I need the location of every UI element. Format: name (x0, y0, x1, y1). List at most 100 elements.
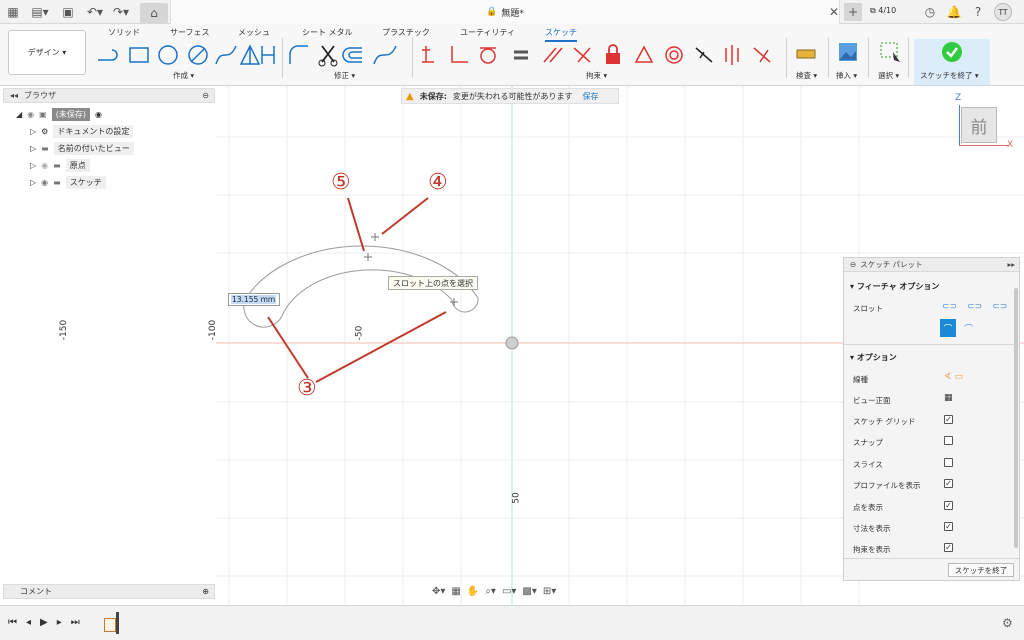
tree-root[interactable]: ◢ ◉ ▣ (未保存) ◉ (16, 108, 102, 121)
trim-scissors-icon[interactable] (318, 45, 338, 67)
show-dimensions-checkbox[interactable]: ✓ (944, 522, 953, 531)
perpendicular-icon[interactable] (451, 46, 468, 63)
eye-icon[interactable]: ◉ (41, 178, 48, 187)
show-profile-checkbox[interactable]: ✓ (944, 479, 953, 488)
finish-sketch-button[interactable]: スケッチを終了 ▾ (914, 39, 990, 85)
expand-arrow-icon[interactable]: ▷ (30, 144, 36, 153)
create-menu[interactable]: 作成 ▾ (173, 70, 194, 81)
step-forward-icon[interactable]: ▸ (57, 617, 62, 628)
comments-panel[interactable]: コメント ⊕ (3, 584, 215, 599)
slot-outer-arc[interactable] (245, 245, 479, 299)
fix-lock-icon[interactable] (606, 44, 620, 64)
tree-item-origin[interactable]: ▷ ◉ ▬ 原点 (30, 159, 90, 172)
line-tool-icon[interactable] (98, 49, 118, 61)
undo-icon[interactable]: ↶▾ (84, 4, 106, 20)
parallel-icon[interactable] (543, 47, 563, 63)
new-tab-icon[interactable]: + (844, 3, 862, 21)
play-icon[interactable]: ▶ (40, 617, 48, 628)
tab-solid[interactable]: ソリッド (108, 27, 140, 38)
tab-surface[interactable]: サーフェス (170, 27, 210, 38)
collapse-icon[interactable]: ◂◂ (10, 91, 18, 100)
collinear-icon[interactable] (695, 47, 713, 63)
coincident-icon[interactable] (422, 46, 434, 63)
tab-plastic[interactable]: プラスチック (382, 27, 430, 38)
rectangle-tool-icon[interactable] (129, 47, 149, 63)
palette-finish-sketch-button[interactable]: スケッチを終了 (948, 563, 1014, 577)
three-point-arc-slot-icon[interactable]: ⌒ (964, 322, 973, 335)
browser-header[interactable]: ◂◂ ブラウザ ⊖ (3, 88, 215, 103)
tangent-icon[interactable] (480, 47, 496, 64)
expand-arrow-icon[interactable]: ▷ (30, 127, 36, 136)
constraints-menu[interactable]: 拘束 ▾ (586, 70, 607, 81)
inspect-menu[interactable]: 検査 ▾ (796, 70, 817, 81)
center-point-slot-icon[interactable]: ⊂⊃ (992, 302, 1007, 312)
modify-menu[interactable]: 修正 ▾ (334, 70, 355, 81)
active-radio-icon[interactable]: ◉ (95, 110, 102, 119)
redo-icon[interactable]: ↷▾ (110, 4, 132, 20)
user-avatar[interactable]: TT (994, 3, 1012, 21)
offset-tool-icon[interactable] (342, 47, 362, 63)
curvature-icon[interactable] (753, 47, 771, 63)
help-icon[interactable]: ? (970, 4, 986, 20)
save-icon[interactable]: ▣ (60, 4, 76, 20)
show-points-checkbox[interactable]: ✓ (944, 501, 953, 510)
tab-sketch[interactable]: スケッチ (545, 27, 577, 42)
workspace-switcher[interactable]: デザイン ▾ (8, 30, 86, 75)
add-comment-icon[interactable]: ⊕ (202, 587, 209, 596)
arc-slot-icon[interactable]: ⌒ (940, 319, 956, 337)
calendar-view-icon[interactable]: ▦ (944, 393, 953, 403)
palette-header[interactable]: ⊖ スケッチ パレット ▸▸ (844, 258, 1019, 272)
grid-settings-icon[interactable]: ▩▾ (522, 586, 536, 597)
job-status[interactable]: ⧉ 4/10 (870, 6, 896, 16)
palette-scrollbar[interactable] (1014, 288, 1018, 548)
app-grid-icon[interactable]: ▦ (5, 4, 21, 20)
origin-point[interactable] (505, 336, 519, 350)
palette-expand-icon[interactable]: ▸▸ (1007, 260, 1015, 269)
tree-item-named-views[interactable]: ▷ ▬ 名前の付いたビュー (30, 142, 134, 155)
expand-arrow-icon[interactable]: ▷ (30, 178, 36, 187)
pan-hand-icon[interactable]: ✋ (467, 586, 479, 597)
collapse-triangle-icon[interactable]: ◢ (16, 110, 22, 119)
circle-tool-icon[interactable] (158, 45, 178, 65)
eye-icon[interactable]: ◉ (27, 110, 34, 119)
triangle-tool-icon[interactable] (239, 44, 261, 65)
window-select-icon[interactable] (880, 42, 902, 64)
show-constraints-checkbox[interactable]: ✓ (944, 543, 953, 552)
spline-tool-icon[interactable] (215, 45, 237, 65)
arc-tool-icon[interactable] (188, 45, 208, 65)
tree-item-sketches[interactable]: ▷ ◉ ▬ スケッチ (30, 176, 106, 189)
tab-utility[interactable]: ユーティリティ (460, 27, 515, 38)
display-settings-icon[interactable]: ▭▾ (502, 586, 516, 597)
slice-checkbox[interactable] (944, 458, 953, 467)
close-tab-icon[interactable]: ✕ (826, 4, 842, 20)
symmetry-icon[interactable] (725, 45, 739, 65)
sketch-grid-checkbox[interactable]: ✓ (944, 415, 953, 424)
viewports-icon[interactable]: ⊞▾ (543, 586, 556, 597)
eye-icon[interactable]: ◉ (41, 161, 48, 170)
concentric-icon[interactable] (665, 46, 683, 64)
go-to-end-icon[interactable]: ⏭ (71, 617, 80, 628)
center-to-center-slot-icon[interactable]: ⊂⊃ (942, 302, 957, 312)
fillet-tool-icon[interactable] (289, 45, 308, 64)
zoom-icon[interactable]: ⌕▾ (485, 586, 496, 597)
midpoint-icon[interactable] (634, 45, 654, 63)
document-tab[interactable]: 🔒 無題* (170, 0, 840, 24)
go-to-start-icon[interactable]: ⏮ (8, 617, 17, 628)
insert-image-icon[interactable] (838, 42, 858, 62)
equal-icon[interactable] (514, 50, 528, 60)
view-cube[interactable]: Z X 前 (953, 93, 1017, 155)
sketch-timeline-item-icon[interactable] (104, 618, 116, 632)
look-at-icon[interactable]: ▦ (451, 586, 460, 597)
step-back-icon[interactable]: ◂ (26, 617, 31, 628)
clock-icon[interactable]: ◷ (922, 4, 938, 20)
panel-minus-icon[interactable]: ⊖ (202, 91, 209, 100)
dimension-input[interactable]: 13.155 mm (228, 293, 280, 306)
orbit-icon[interactable]: ✥▾ (432, 586, 445, 597)
extend-tool-icon[interactable] (373, 45, 397, 65)
insert-menu[interactable]: 挿入 ▾ (836, 70, 857, 81)
measure-ruler-icon[interactable] (796, 44, 816, 64)
tab-sheet-metal[interactable]: シート メタル (302, 27, 353, 38)
save-link[interactable]: 保存 (583, 91, 599, 102)
feature-options-heading[interactable]: ▾ フィーチャ オプション (850, 281, 939, 292)
bell-icon[interactable]: 🔔 (946, 4, 962, 20)
